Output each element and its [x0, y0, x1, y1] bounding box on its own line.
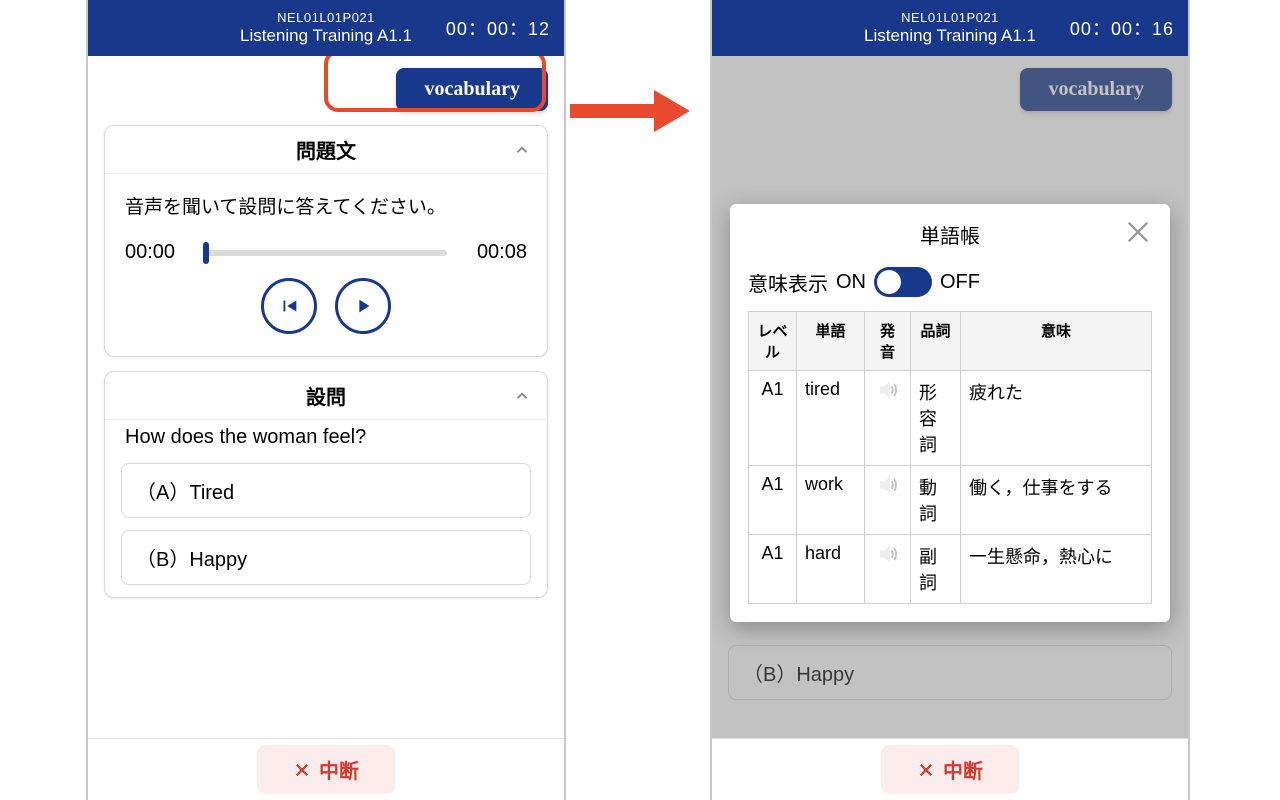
table-row: A1work 動詞働く，仕事をする — [749, 466, 1152, 535]
speaker-icon[interactable] — [877, 379, 899, 401]
cell-pos: 動詞 — [911, 466, 961, 535]
col-level: レベル — [749, 312, 797, 371]
lesson-code: NEL01L01P021 — [864, 10, 1036, 26]
choice-b[interactable]: （B）Happy — [121, 530, 531, 585]
rewind-button[interactable] — [261, 278, 317, 334]
toggle-knob — [877, 270, 901, 294]
answer-card: 設問 How does the woman feel? （A）Tired （B）… — [104, 371, 548, 598]
close-icon — [917, 761, 935, 779]
phone-screen-after: NEL01L01P021 Listening Training A1.1 00：… — [710, 0, 1190, 800]
vocabulary-button[interactable]: vocabulary — [396, 68, 548, 111]
close-icon[interactable] — [1124, 218, 1152, 246]
elapsed-timer: 00：00：16 — [1070, 15, 1174, 41]
cell-meaning: 疲れた — [961, 371, 1152, 466]
question-card-title: 問題文 — [296, 135, 356, 164]
cell-level: A1 — [749, 466, 797, 535]
elapsed-timer: 00：00：12 — [446, 15, 550, 41]
suspend-button[interactable]: 中断 — [257, 745, 395, 794]
lesson-title: Listening Training A1.1 — [864, 26, 1036, 46]
question-card-header[interactable]: 問題文 — [105, 126, 547, 174]
answer-card-title: 設問 — [306, 381, 346, 410]
cell-level: A1 — [749, 371, 797, 466]
question-card: 問題文 音声を聞いて設問に答えてください。 00:00 00:08 — [104, 125, 548, 357]
app-header: NEL01L01P021 Listening Training A1.1 00：… — [88, 0, 564, 56]
table-row: A1tired 形容詞疲れた — [749, 371, 1152, 466]
col-pron: 発音 — [865, 312, 911, 371]
chevron-up-icon — [513, 387, 531, 405]
lesson-code: NEL01L01P021 — [240, 10, 412, 26]
answer-card-header[interactable]: 設問 — [105, 372, 547, 420]
play-icon — [352, 295, 374, 317]
footer: 中断 — [88, 738, 564, 800]
cell-pronounce — [865, 371, 911, 466]
footer: 中断 — [712, 738, 1188, 800]
speaker-icon[interactable] — [877, 474, 899, 496]
meaning-toggle[interactable] — [874, 267, 932, 297]
content-area: vocabulary 問題文 音声を聞いて設問に答えてください。 00:00 0… — [88, 56, 564, 738]
suspend-label: 中断 — [319, 755, 359, 784]
audio-total-time: 00:08 — [457, 241, 527, 264]
suspend-label: 中断 — [943, 755, 983, 784]
instruction-text: 音声を聞いて設問に答えてください。 — [125, 192, 527, 219]
cell-pronounce — [865, 466, 911, 535]
audio-seek-thumb[interactable] — [203, 242, 209, 264]
cell-pos: 形容詞 — [911, 371, 961, 466]
table-header-row: レベル 単語 発音 品詞 意味 — [749, 312, 1152, 371]
cell-level: A1 — [749, 535, 797, 604]
speaker-icon[interactable] — [877, 543, 899, 565]
transition-arrow-icon — [570, 90, 690, 132]
toggle-on-label: ON — [836, 271, 866, 294]
question-prompt: How does the woman feel? — [105, 420, 547, 463]
content-area: vocabulary （B）Happy 単語帳 意味表示 ON OFF レベル — [712, 56, 1188, 738]
app-header: NEL01L01P021 Listening Training A1.1 00：… — [712, 0, 1188, 56]
col-word: 単語 — [797, 312, 865, 371]
chevron-up-icon — [513, 141, 531, 159]
skip-previous-icon — [278, 295, 300, 317]
toggle-off-label: OFF — [940, 271, 980, 294]
choice-a[interactable]: （A）Tired — [121, 463, 531, 518]
vocabulary-table: レベル 単語 発音 品詞 意味 A1tired形容詞疲れたA1work動詞働く，… — [748, 311, 1152, 604]
cell-pos: 副詞 — [911, 535, 961, 604]
vocabulary-modal: 単語帳 意味表示 ON OFF レベル 単語 発音 品詞 意味 — [730, 204, 1170, 622]
audio-seek-track[interactable] — [205, 250, 447, 256]
cell-pronounce — [865, 535, 911, 604]
modal-title: 単語帳 — [920, 226, 980, 248]
cell-meaning: 働く，仕事をする — [961, 466, 1152, 535]
lesson-title: Listening Training A1.1 — [240, 26, 412, 46]
cell-word: hard — [797, 535, 865, 604]
cell-meaning: 一生懸命，熱心に — [961, 535, 1152, 604]
col-pos: 品詞 — [911, 312, 961, 371]
table-row: A1hard 副詞一生懸命，熱心に — [749, 535, 1152, 604]
toggle-label: 意味表示 — [748, 268, 828, 297]
play-button[interactable] — [335, 278, 391, 334]
cell-word: tired — [797, 371, 865, 466]
meaning-toggle-row: 意味表示 ON OFF — [748, 267, 1152, 297]
cell-word: work — [797, 466, 865, 535]
phone-screen-before: NEL01L01P021 Listening Training A1.1 00：… — [86, 0, 566, 800]
suspend-button[interactable]: 中断 — [881, 745, 1019, 794]
audio-player: 00:00 00:08 — [125, 241, 527, 264]
close-icon — [293, 761, 311, 779]
col-meaning: 意味 — [961, 312, 1152, 371]
audio-current-time: 00:00 — [125, 241, 195, 264]
